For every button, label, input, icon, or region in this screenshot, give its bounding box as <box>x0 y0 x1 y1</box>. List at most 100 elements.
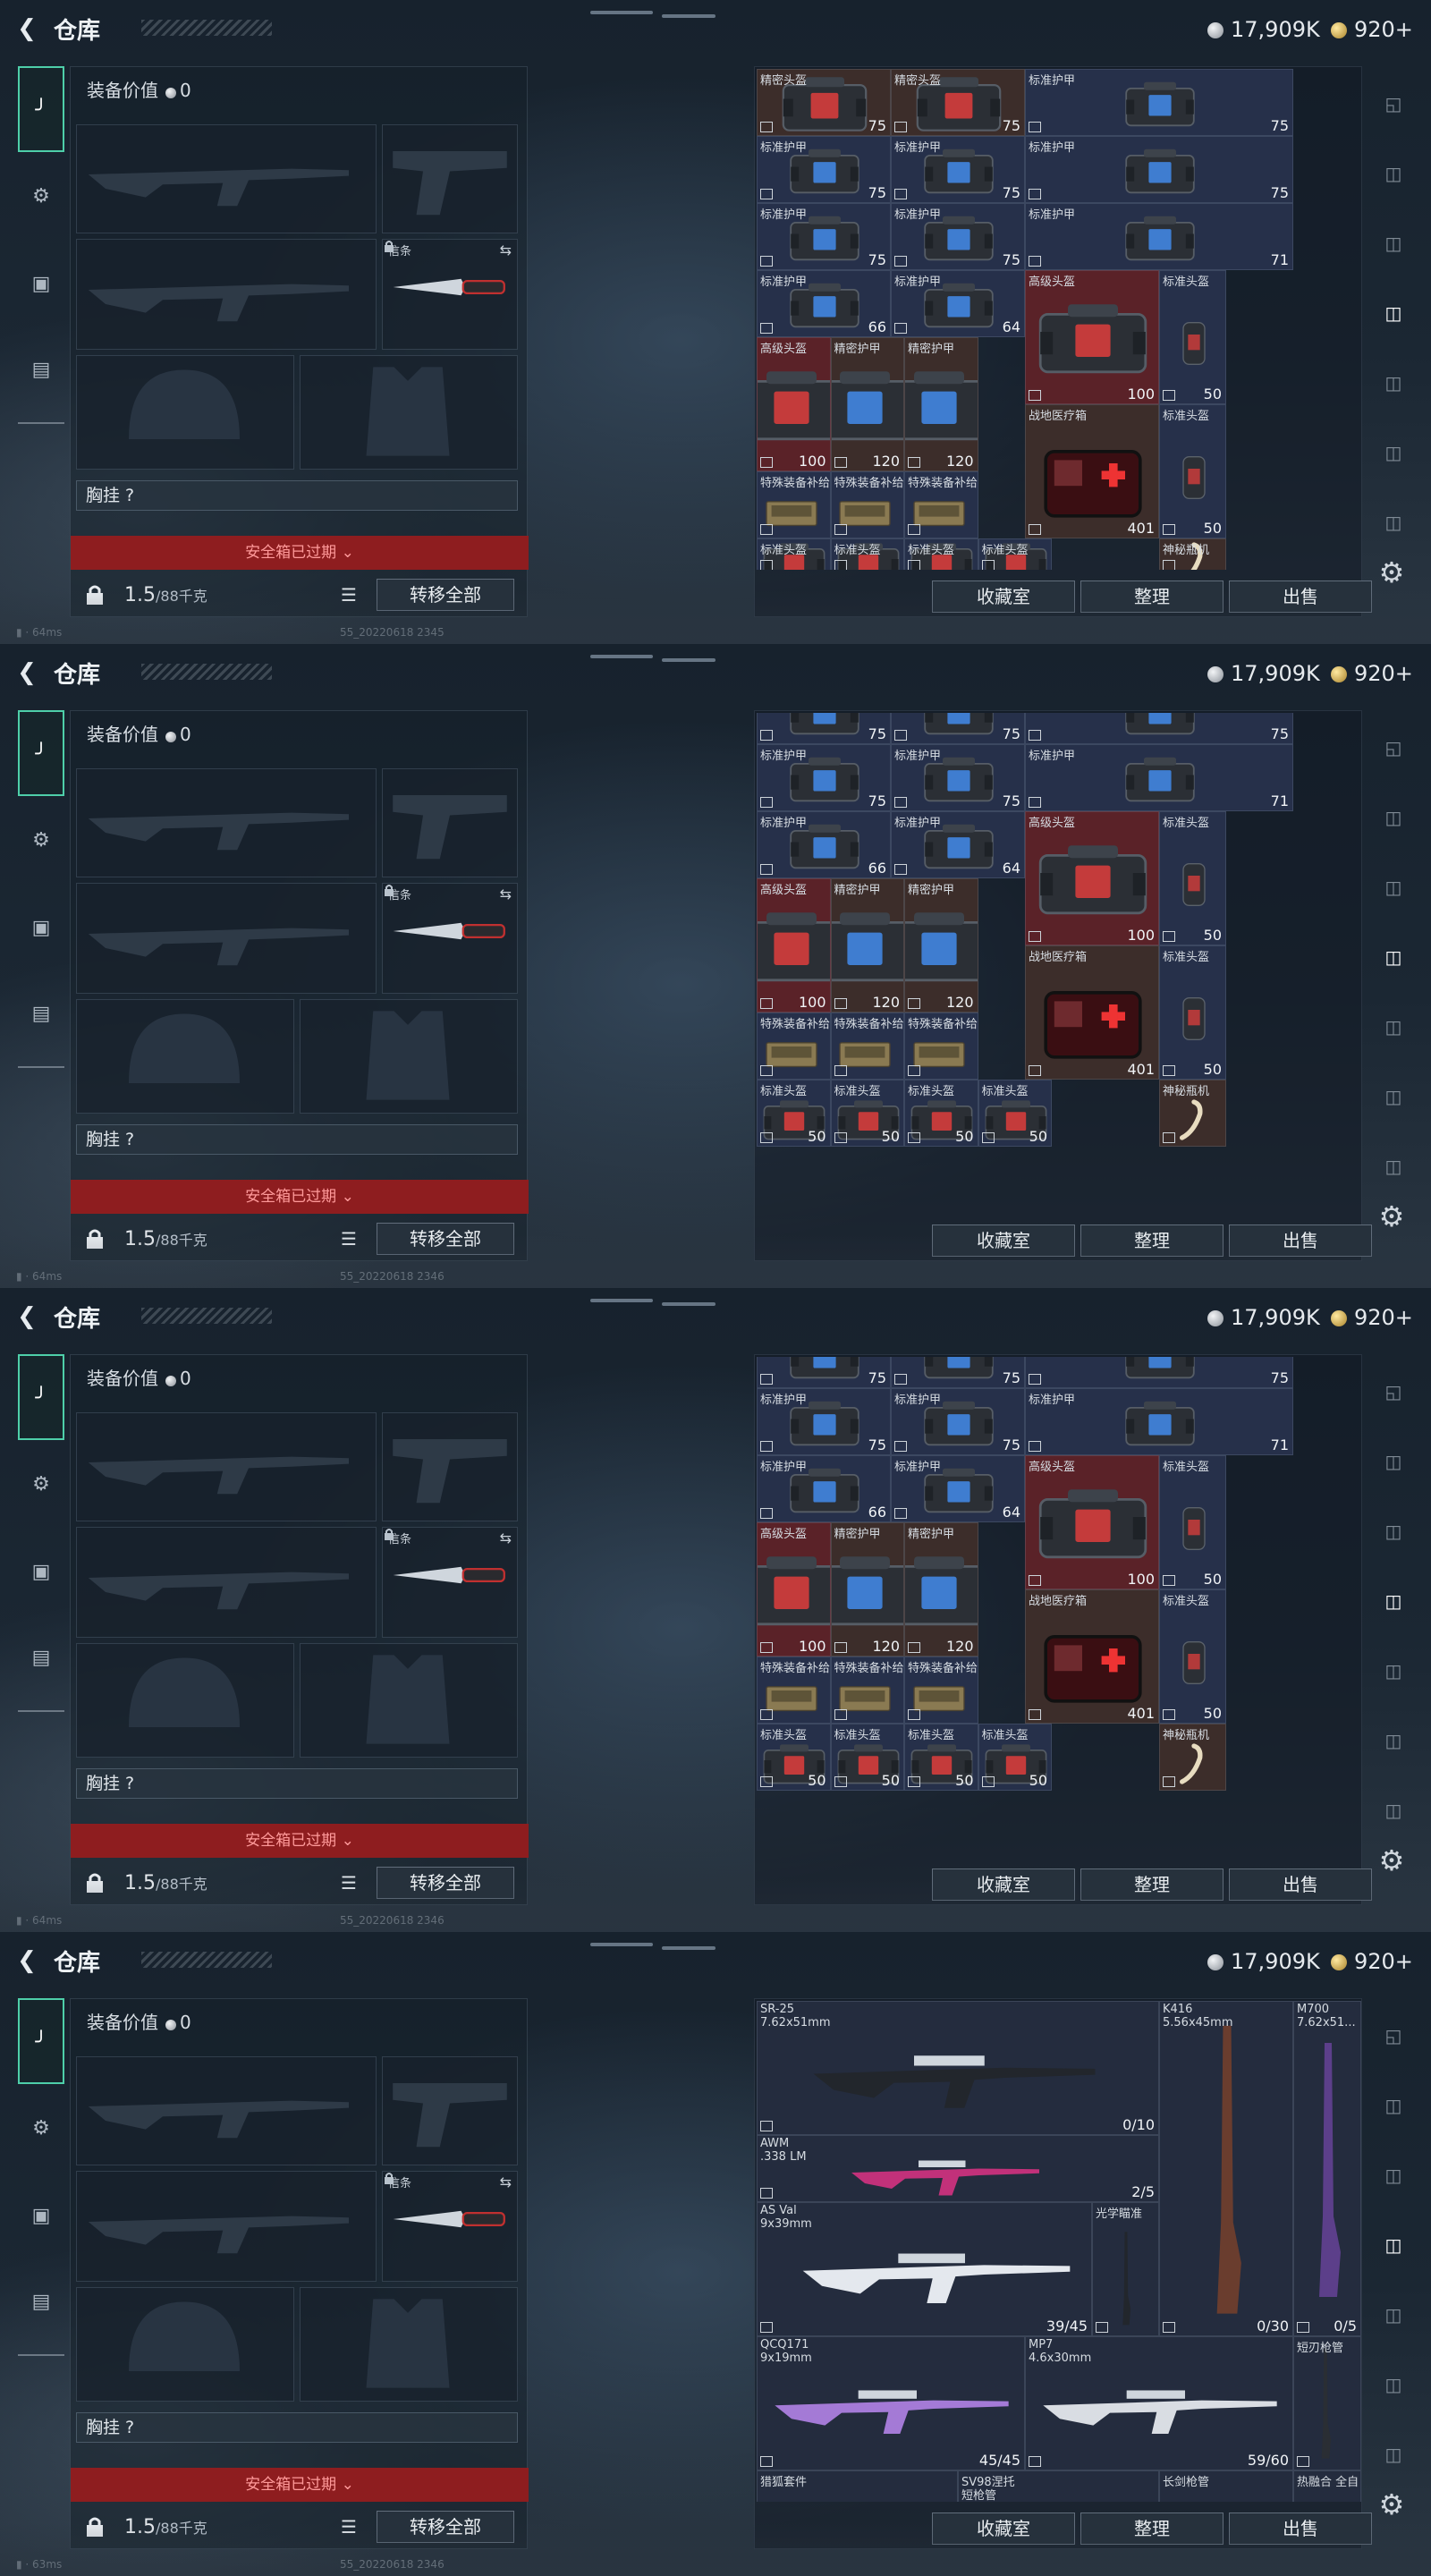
swap-icon[interactable]: ⇆ <box>500 1530 512 1546</box>
inventory-item[interactable]: 标准头盔 <box>978 538 1052 570</box>
collection-button[interactable]: 收藏室 <box>932 580 1075 613</box>
transfer-all-button[interactable]: 转移全部 <box>377 1867 514 1899</box>
inventory-item[interactable]: 精密头盔 75 <box>757 69 891 136</box>
inventory-item[interactable]: 标准护甲 64 <box>891 1455 1025 1522</box>
inventory-item[interactable]: 标准头盔 50 <box>1159 1455 1226 1589</box>
inventory-item[interactable]: 标准头盔 <box>904 538 978 570</box>
inventory-item[interactable]: 标准护甲 75 <box>757 203 891 270</box>
weapon-item[interactable]: SV98涅托 短枪管 <box>958 2470 1159 2502</box>
nav-weapon-icon[interactable]: ╯ <box>18 1354 64 1440</box>
gold-currency[interactable]: 920+ <box>1331 16 1413 43</box>
inventory-item[interactable]: 标准头盔 50 <box>757 1080 831 1147</box>
collection-button[interactable]: 收藏室 <box>932 1868 1075 1901</box>
helmet-slot[interactable] <box>76 999 294 1114</box>
category-armor-icon[interactable]: ◫ <box>1374 1651 1413 1690</box>
secondary-weapon-slot[interactable] <box>76 239 377 350</box>
category-all-icon[interactable]: ◱ <box>1374 728 1413 767</box>
inventory-item[interactable]: 精密头盔 75 <box>891 69 1025 136</box>
inventory-item[interactable]: 高级头盔 100 <box>757 337 831 471</box>
nav-briefcase-icon[interactable]: ▤ <box>18 347 64 394</box>
chest-rig-slot[interactable]: 胸挂 ? <box>76 2412 518 2443</box>
inventory-item[interactable]: 标准头盔 50 <box>830 1724 904 1791</box>
inventory-item[interactable]: 特殊装备补给 <box>757 1013 831 1080</box>
category-misc-icon[interactable]: ◫ <box>1374 2435 1413 2474</box>
organize-button[interactable]: 整理 <box>1080 2512 1224 2545</box>
category-medical-icon[interactable]: ◫ <box>1374 2365 1413 2404</box>
helmet-slot[interactable] <box>76 355 294 470</box>
nav-briefcase-icon[interactable]: ▤ <box>18 991 64 1038</box>
melee-slot[interactable]: 信条 ⇆ <box>382 883 518 994</box>
inventory-item[interactable]: 特殊装备补给 <box>904 1657 978 1724</box>
inventory-item[interactable]: 特殊装备补给 <box>757 1657 831 1724</box>
nav-briefcase-icon[interactable]: ▤ <box>18 1635 64 1682</box>
weapon-item[interactable]: 光学瞄准 <box>1092 2202 1159 2336</box>
chest-rig-slot[interactable]: 胸挂 ? <box>76 1124 518 1155</box>
inventory-item[interactable]: 标准头盔 50 <box>904 1724 978 1791</box>
category-medical-icon[interactable]: ◫ <box>1374 1077 1413 1116</box>
pistol-slot[interactable] <box>382 2056 518 2165</box>
inventory-item[interactable]: 特殊装备补给 <box>830 1657 904 1724</box>
helmet-slot[interactable] <box>76 1643 294 1758</box>
inventory-item[interactable]: 标准护甲 71 <box>1025 744 1293 811</box>
category-helmet-icon[interactable]: ◫ <box>1374 937 1413 977</box>
nav-briefcase-icon[interactable]: ▤ <box>18 2279 64 2326</box>
back-arrow-icon[interactable]: ❮ <box>13 1946 41 1975</box>
inventory-item[interactable]: 标准护甲 75 <box>891 203 1025 270</box>
inventory-item[interactable]: 标准头盔 50 <box>1159 945 1226 1080</box>
sell-button[interactable]: 出售 <box>1229 1868 1372 1901</box>
nav-weapon-icon[interactable]: ╯ <box>18 66 64 152</box>
nav-weapon-icon[interactable]: ╯ <box>18 1998 64 2084</box>
inventory-item[interactable]: 标准护甲 75 <box>891 744 1025 811</box>
weapon-item[interactable]: SR-25 7.62x51mm 0/10 <box>757 2001 1159 2135</box>
inventory-item[interactable]: 标准头盔 <box>830 538 904 570</box>
nav-bag-icon[interactable]: ▣ <box>18 905 64 952</box>
category-misc-icon[interactable]: ◫ <box>1374 503 1413 542</box>
inventory-item[interactable]: 标准护甲 75 <box>1025 69 1293 136</box>
safe-box-expired-banner[interactable]: 安全箱已过期 ⌄ <box>71 536 529 570</box>
weapon-item[interactable]: AWM .338 LM 2/5 <box>757 2135 1159 2202</box>
helmet-slot[interactable] <box>76 2287 294 2402</box>
inventory-item[interactable]: 标准头盔 50 <box>757 1724 831 1791</box>
back-arrow-icon[interactable]: ❮ <box>13 1302 41 1331</box>
inventory-item[interactable]: 标准护甲 75 <box>757 136 891 203</box>
weapon-item[interactable]: M700 7.62x51... 0/5 <box>1293 2001 1361 2336</box>
inventory-item[interactable]: 75 <box>1025 1357 1293 1388</box>
inventory-item[interactable]: 75 <box>891 1357 1025 1388</box>
secondary-weapon-slot[interactable] <box>76 883 377 994</box>
primary-weapon-slot[interactable] <box>76 1412 377 1521</box>
list-icon[interactable]: ☰ <box>341 584 362 606</box>
inventory-item[interactable]: 特殊装备补给 <box>904 471 978 538</box>
melee-slot[interactable]: 信条 ⇆ <box>382 2171 518 2282</box>
nav-armor-icon[interactable]: ⚙ <box>18 2106 64 2152</box>
inventory-item[interactable]: 标准护甲 75 <box>891 136 1025 203</box>
nav-armor-icon[interactable]: ⚙ <box>18 1462 64 1508</box>
list-icon[interactable]: ☰ <box>341 1872 362 1894</box>
primary-weapon-slot[interactable] <box>76 768 377 877</box>
inventory-item[interactable]: 标准护甲 66 <box>757 1455 891 1522</box>
inventory-item[interactable]: 标准头盔 50 <box>1159 404 1226 538</box>
category-medical-icon[interactable]: ◫ <box>1374 433 1413 472</box>
weapon-item[interactable]: 热融合 全自 <box>1293 2470 1361 2502</box>
organize-button[interactable]: 整理 <box>1080 1224 1224 1257</box>
inventory-item[interactable]: 标准头盔 50 <box>1159 270 1226 404</box>
melee-slot[interactable]: 信条 ⇆ <box>382 239 518 350</box>
secondary-weapon-slot[interactable] <box>76 1527 377 1638</box>
armor-slot[interactable] <box>300 1643 518 1758</box>
inventory-item[interactable]: 特殊装备补给 <box>757 471 831 538</box>
inventory-item[interactable]: 标准头盔 50 <box>1159 811 1226 945</box>
weapon-item[interactable]: 猎狐套件 <box>757 2470 958 2502</box>
inventory-item[interactable]: 神秘瓶机 <box>1159 1724 1226 1791</box>
sell-button[interactable]: 出售 <box>1229 580 1372 613</box>
nav-bag-icon[interactable]: ▣ <box>18 1549 64 1596</box>
inventory-item[interactable]: 标准护甲 64 <box>891 811 1025 878</box>
weapon-item[interactable]: 短刃枪管 <box>1293 2336 1361 2470</box>
inventory-item[interactable]: 高级头盔 100 <box>1025 811 1159 945</box>
inventory-item[interactable]: 标准护甲 75 <box>757 1388 891 1455</box>
category-misc-icon[interactable]: ◫ <box>1374 1147 1413 1186</box>
inventory-item[interactable]: 战地医疗箱 401 <box>1025 1589 1159 1724</box>
weapon-item[interactable]: MP7 4.6x30mm 59/60 <box>1025 2336 1293 2470</box>
sell-button[interactable]: 出售 <box>1229 2512 1372 2545</box>
swap-icon[interactable]: ⇆ <box>500 242 512 258</box>
settings-gear-icon[interactable]: ⚙ <box>1374 1199 1410 1234</box>
chest-rig-slot[interactable]: 胸挂 ? <box>76 480 518 511</box>
